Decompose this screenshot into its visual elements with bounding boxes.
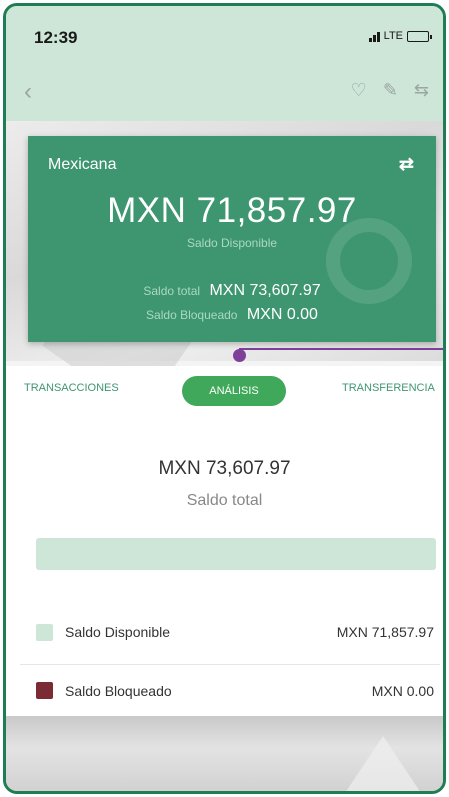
tab-transacciones[interactable]: TRANSACCIONES: [24, 382, 119, 394]
header: 12:39 LTE ‹ ♡ ✎ ⇆: [6, 6, 443, 121]
legend-item-available: Saldo Disponible MXN 71,857.97: [20, 606, 440, 658]
heart-icon[interactable]: ♡: [351, 80, 367, 101]
legend-label: Saldo Bloqueado: [65, 682, 172, 699]
account-name: Mexicana: [48, 156, 117, 173]
tab-bar: TRANSACCIONES ANÁLISIS TRANSFERENCIA: [6, 366, 443, 416]
blocked-balance-value: MXN 0.00: [246, 306, 318, 323]
network-type: LTE: [383, 30, 403, 42]
blocked-balance-row: Saldo Bloqueado MXN 0.00: [28, 306, 436, 324]
tab-analisis[interactable]: ANÁLISIS: [182, 376, 286, 406]
account-card: Mexicana ⇄ MXN 71,857.97 Saldo Disponibl…: [28, 136, 436, 342]
legend-item-blocked: Saldo Bloqueado MXN 0.00: [20, 664, 440, 716]
tab-transferencia[interactable]: TRANSFERENCIA: [342, 382, 435, 394]
nav-actions: ♡ ✎ ⇆: [351, 80, 429, 101]
status-time: 12:39: [34, 28, 78, 47]
phone-frame: 12:39 LTE ‹ ♡ ✎ ⇆ Mexicana ⇄ MXN 71,857.…: [3, 3, 446, 794]
balance-bar: [36, 538, 436, 570]
legend-value: MXN 71,857.97: [336, 624, 434, 640]
status-indicators: LTE: [368, 30, 432, 42]
analysis-total-amount: MXN 73,607.97: [158, 458, 291, 479]
signal-icon: [368, 31, 380, 42]
back-icon[interactable]: ‹: [24, 78, 32, 106]
blocked-balance-label: Saldo Bloqueado: [146, 308, 238, 322]
total-balance-label: Saldo total: [143, 284, 201, 298]
edit-icon[interactable]: ✎: [383, 80, 398, 101]
analysis-panel: MXN 73,607.97 Saldo total Saldo Disponib…: [6, 416, 443, 716]
analysis-total-label: Saldo total: [186, 492, 263, 509]
transfer-icon[interactable]: ⇆: [414, 80, 429, 101]
available-label: Saldo Disponible: [186, 236, 278, 250]
total-balance-row: Saldo total MXN 73,607.97: [28, 282, 436, 300]
callout-line: [239, 348, 443, 350]
available-amount: MXN 71,857.97: [107, 191, 357, 230]
legend-swatch-blocked: [36, 682, 53, 699]
battery-icon: [407, 30, 432, 42]
total-balance-value: MXN 73,607.97: [209, 282, 321, 299]
legend-label: Saldo Disponible: [65, 624, 171, 640]
background-image-bottom: [6, 716, 443, 791]
legend-value: MXN 0.00: [371, 682, 434, 699]
swap-icon[interactable]: ⇄: [399, 154, 414, 175]
legend-swatch-available: [36, 623, 53, 641]
callout-dot: [233, 349, 246, 362]
